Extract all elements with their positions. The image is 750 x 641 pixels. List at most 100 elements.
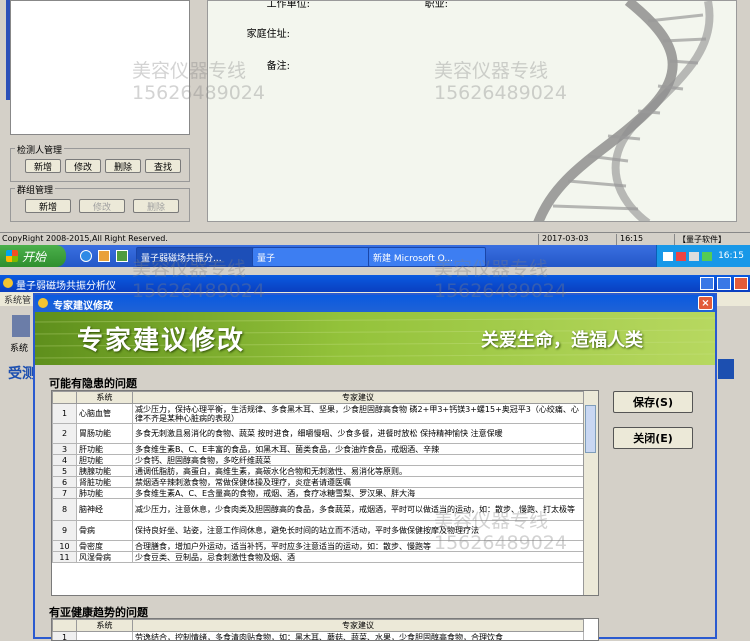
dialog-title: 专家建议修改 (53, 297, 113, 312)
group-edit-button[interactable]: 修改 (79, 199, 125, 213)
task-label: 量子 (257, 251, 275, 264)
task-new-office-doc[interactable]: 新建 Microsoft O... (368, 247, 486, 267)
volume-icon[interactable] (689, 252, 699, 261)
table-row[interactable]: 3肝功能多食维生素B、C、E丰富的食品，如黑木耳、菌类食品，少食油炸食品，戒烟酒… (53, 444, 584, 455)
cell-system: 胃肠功能 (77, 424, 133, 444)
cell-advice: 多食无刺激且易消化的食物、蔬菜 按时进食，细嚼慢咽、少食多餐，进餐时放松 保持精… (133, 424, 584, 444)
dialog-close-button[interactable]: × (698, 296, 713, 310)
cell-advice: 通调低脂肪，高蛋白，高维生素，高碳水化合物和无刺激性、易消化等原则。 (133, 466, 584, 477)
cell-advice: 禁烟酒辛辣刺激食物，常做保健体操及理疗，炎症者请遵医嘱 (133, 477, 584, 488)
table-row[interactable]: 1 劳逸结合，控制情绪，多食清肉贴食物，如：黑木耳、蘑菇、蔬菜、水果，少食胆固醇高… (53, 632, 584, 641)
toolbar-system-label: 系统 (10, 341, 28, 354)
system-tray: 16:15 (656, 245, 750, 267)
tester-mgmt-group: 检测人管理 新增 修改 删除 查找 (10, 148, 190, 182)
desktop-icon[interactable] (116, 250, 128, 262)
start-button[interactable]: 开始 (0, 245, 66, 267)
group-delete-button[interactable]: 删除 (133, 199, 179, 213)
cell-index: 3 (53, 444, 77, 455)
header-system[interactable]: 系统 (77, 392, 133, 404)
table-row[interactable]: 10骨密度合理膳食，增加户外运动，适当补钙，平时应多注意适当的运动，如：散步、慢… (53, 541, 584, 552)
cell-advice: 劳逸结合，控制情绪，多食清肉贴食物，如：黑木耳、蘑菇、蔬菜、水果，少食胆固醇高食… (133, 632, 584, 641)
tested-person-label: 受测 (8, 363, 36, 383)
subhealth-advice-table[interactable]: 系统 专家建议 1 劳逸结合，控制情绪，多食清肉贴食物，如：黑木耳、蘑菇、蔬菜、水… (51, 618, 599, 641)
table-row[interactable]: 2胃肠功能多食无刺激且易消化的食物、蔬菜 按时进食，细嚼慢咽、少食多餐，进餐时放… (53, 424, 584, 444)
table-row[interactable]: 5胰腺功能通调低脂肪，高蛋白，高维生素，高碳水化合物和无刺激性、易消化等原则。 (53, 466, 584, 477)
media-icon[interactable] (98, 250, 110, 262)
table-row[interactable]: 9骨病保持良好坐、站姿，注意工作间休息，避免长时间的站立而不活动，平时多做保健按… (53, 521, 584, 541)
table-header-row: 系统 专家建议 (53, 620, 584, 632)
tray-clock: 16:15 (718, 251, 744, 261)
status-brand: 【量子软件】 (674, 234, 729, 245)
tester-add-button[interactable]: 新增 (25, 159, 61, 173)
cell-system: 胰腺功能 (77, 466, 133, 477)
table-row[interactable]: 8脑神经减少压力，注意休息，少食肉类及胆固醇高的食品，多食蔬菜，戒烟酒，平时可以… (53, 499, 584, 521)
ime-icon[interactable] (702, 252, 712, 261)
table-row[interactable]: 6肾脏功能禁烟酒辛辣刺激食物，常做保健体操及理疗，炎症者请遵医嘱 (53, 477, 584, 488)
cell-index: 5 (53, 466, 77, 477)
cell-system: 脑神经 (77, 499, 133, 521)
tester-find-button[interactable]: 查找 (145, 159, 181, 173)
header-system[interactable]: 系统 (77, 620, 133, 632)
tester-mgmt-title: 检测人管理 (15, 143, 64, 156)
cell-index: 11 (53, 552, 77, 563)
risk-table-scrollbar[interactable] (583, 391, 598, 595)
table-row[interactable]: 7肺功能多食维生素A、C、E含量高的食物，戒烟、酒，食疗冰糖雪梨、罗汉果、胖大海 (53, 488, 584, 499)
subhealth-table-body: 1 劳逸结合，控制情绪，多食清肉贴食物，如：黑木耳、蘑菇、蔬菜、水果，少食胆固醇高… (53, 632, 584, 641)
header-index (53, 392, 77, 404)
scroll-thumb[interactable] (585, 405, 596, 453)
task-quantum-folder[interactable]: 量子 (252, 247, 370, 267)
close-button[interactable]: 关闭(E) (613, 427, 693, 449)
cell-system: 心脑血管 (77, 404, 133, 424)
group-mgmt-title: 群组管理 (15, 183, 55, 196)
header-advice[interactable]: 专家建议 (133, 392, 584, 404)
header-index (53, 620, 77, 632)
profile-panel: 工作单位: 职业: 家庭住址: 备注: (207, 0, 737, 222)
remarks-label: 备注: (210, 57, 290, 72)
status-date: 2017-03-03 (538, 234, 592, 245)
cell-advice: 减少压力，保持心理平衡，生活规律、多食黑木耳、坚果，少食胆固醇高食物 磷2+甲3… (133, 404, 584, 424)
risk-advice-table[interactable]: 系统 专家建议 1心脑血管减少压力，保持心理平衡，生活规律、多食黑木耳、坚果，少… (51, 390, 599, 596)
cell-index: 1 (53, 632, 77, 641)
task-label: 新建 Microsoft O... (373, 251, 453, 264)
cell-advice: 保持良好坐、站姿，注意工作间休息，避免长时间的站立而不活动，平时多做保健按摩及物… (133, 521, 584, 541)
start-label: 开始 (22, 248, 46, 265)
cell-system: 肺功能 (77, 488, 133, 499)
cell-advice: 减少压力，注意休息，少食肉类及胆固醇高的食品，多食蔬菜，戒烟酒，平时可以做适当的… (133, 499, 584, 521)
cell-advice: 多食维生素A、C、E含量高的食物，戒烟、酒，食疗冰糖雪梨、罗汉果、胖大海 (133, 488, 584, 499)
task-quantum-analyzer[interactable]: 量子弱磁场共振分... (136, 247, 254, 267)
table-row[interactable]: 4胆功能少食钙、胆固醇高食物，多吃纤维蔬菜 (53, 455, 584, 466)
cell-system (77, 632, 133, 641)
cell-system: 肝功能 (77, 444, 133, 455)
table-row[interactable]: 11风湿骨病少食豆类、豆制品，忌食刺激性食物及烟、酒 (53, 552, 584, 563)
maximize-button[interactable] (717, 277, 731, 290)
cell-advice: 多食维生素B、C、E丰富的食品，如黑木耳、菌类食品，少食油炸食品，戒烟酒、辛辣 (133, 444, 584, 455)
section-risk-title: 可能有隐患的问题 (49, 375, 137, 391)
top-app-window: 检测人管理 新增 修改 删除 查找 群组管理 新增 修改 删除 工作单位: 职业… (0, 0, 750, 234)
left-panel: 检测人管理 新增 修改 删除 查找 群组管理 新增 修改 删除 (0, 0, 200, 226)
system-toolbar-icon[interactable] (12, 315, 30, 337)
cell-system: 胆功能 (77, 455, 133, 466)
tester-list[interactable] (10, 0, 190, 135)
save-button[interactable]: 保存(S) (613, 391, 693, 413)
cell-advice: 少食豆类、豆制品，忌食刺激性食物及烟、酒 (133, 552, 584, 563)
status-bar: CopyRight 2008-2015,All Right Reserved. … (0, 232, 750, 245)
subhealth-table-grid: 系统 专家建议 1 劳逸结合，控制情绪，多食清肉贴食物，如：黑木耳、蘑菇、蔬菜、水… (52, 619, 584, 641)
risk-table-grid: 系统 专家建议 1心脑血管减少压力，保持心理平衡，生活规律、多食黑木耳、坚果，少… (52, 391, 584, 563)
dialog-banner: 专家建议修改 关爱生命，造福人类 (35, 312, 715, 365)
window-close-button[interactable] (734, 277, 748, 290)
group-add-button[interactable]: 新增 (25, 199, 71, 213)
ie-icon[interactable] (80, 250, 92, 262)
minimize-button[interactable] (700, 277, 714, 290)
network-icon[interactable] (663, 252, 673, 261)
windows-logo-icon (6, 250, 18, 262)
cell-index: 8 (53, 499, 77, 521)
tester-edit-button[interactable]: 修改 (65, 159, 101, 173)
workplace-label: 工作单位: (230, 0, 310, 10)
security-icon[interactable] (676, 252, 686, 261)
tester-delete-button[interactable]: 删除 (105, 159, 141, 173)
header-advice[interactable]: 专家建议 (133, 620, 584, 632)
menu-system[interactable]: 系统管 (4, 293, 31, 306)
analyzer-title: 量子弱磁场共振分析仪 (16, 277, 116, 292)
table-row[interactable]: 1心脑血管减少压力，保持心理平衡，生活规律、多食黑木耳、坚果，少食胆固醇高食物 … (53, 404, 584, 424)
cell-system: 肾脏功能 (77, 477, 133, 488)
